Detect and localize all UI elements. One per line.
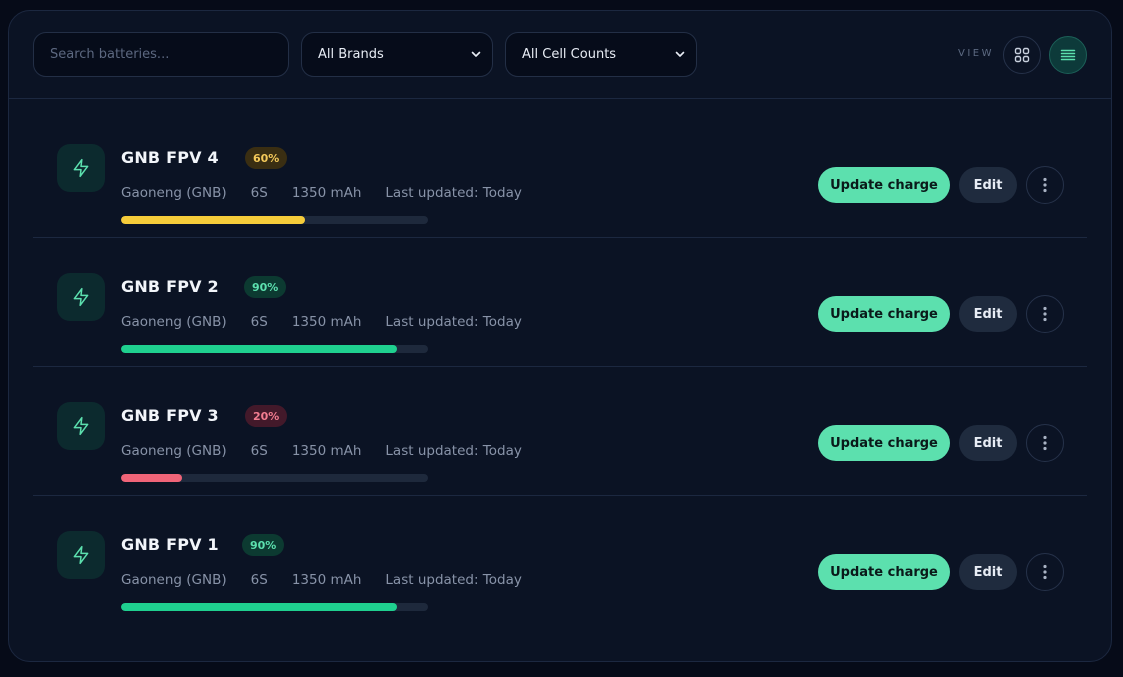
battery-icon-tile [57,144,105,192]
charge-bar-fill [121,345,398,353]
battery-icon-tile [57,402,105,450]
battery-meta: Gaoneng (GNB) 6S 1350 mAh Last updated: … [121,185,546,201]
more-options-button[interactable] [1026,295,1064,333]
battery-updated: Last updated: Today [385,443,522,459]
edit-button[interactable]: Edit [959,554,1017,590]
update-charge-button[interactable]: Update charge [818,167,950,203]
charge-badge: 20% [245,405,288,427]
charge-bar-fill [121,474,183,482]
grid-view-button[interactable] [1003,36,1041,74]
lightning-icon [73,158,89,178]
battery-brand: Gaoneng (GNB) [121,572,227,588]
battery-name: GNB FPV 1 [121,535,219,554]
battery-capacity: 1350 mAh [291,572,362,588]
list-icon [1060,49,1076,61]
charge-badge: 90% [244,276,287,298]
charge-badge: 90% [242,534,285,556]
charge-bar [121,216,428,224]
chevron-down-icon [675,51,685,57]
battery-capacity: 1350 mAh [291,314,362,330]
battery-row: GNB FPV 4 60% Gaoneng (GNB) 6S 1350 mAh … [33,109,1087,238]
battery-meta: Gaoneng (GNB) 6S 1350 mAh Last updated: … [121,443,546,459]
update-charge-button[interactable]: Update charge [818,554,950,590]
battery-cells: 6S [250,443,268,459]
battery-panel: All Brands All Cell Counts VIEW [8,10,1112,662]
more-vertical-icon [1043,177,1047,193]
battery-row: GNB FPV 2 90% Gaoneng (GNB) 6S 1350 mAh … [33,238,1087,367]
lightning-icon [73,545,89,565]
battery-meta: Gaoneng (GNB) 6S 1350 mAh Last updated: … [121,572,546,588]
charge-badge: 60% [245,147,288,169]
battery-icon-tile [57,531,105,579]
edit-button[interactable]: Edit [959,296,1017,332]
charge-bar-fill [121,216,306,224]
more-vertical-icon [1043,306,1047,322]
grid-icon [1014,47,1030,63]
edit-button[interactable]: Edit [959,167,1017,203]
toolbar: All Brands All Cell Counts VIEW [9,11,1111,99]
lightning-icon [73,287,89,307]
cell-count-filter-value: All Cell Counts [522,47,617,62]
edit-button[interactable]: Edit [959,425,1017,461]
more-options-button[interactable] [1026,166,1064,204]
charge-bar [121,603,428,611]
update-charge-button[interactable]: Update charge [818,425,950,461]
charge-bar [121,345,428,353]
brand-filter-value: All Brands [318,47,384,62]
search-input[interactable] [33,32,289,77]
battery-icon-tile [57,273,105,321]
charge-bar-fill [121,603,398,611]
battery-capacity: 1350 mAh [291,443,362,459]
more-options-button[interactable] [1026,424,1064,462]
more-options-button[interactable] [1026,553,1064,591]
more-vertical-icon [1043,435,1047,451]
battery-meta: Gaoneng (GNB) 6S 1350 mAh Last updated: … [121,314,546,330]
battery-row: GNB FPV 3 20% Gaoneng (GNB) 6S 1350 mAh … [33,367,1087,496]
update-charge-button[interactable]: Update charge [818,296,950,332]
battery-updated: Last updated: Today [385,314,522,330]
battery-name: GNB FPV 3 [121,406,219,425]
brand-filter-select[interactable]: All Brands [301,32,493,77]
charge-bar [121,474,428,482]
more-vertical-icon [1043,564,1047,580]
battery-brand: Gaoneng (GNB) [121,443,227,459]
cell-count-filter-select[interactable]: All Cell Counts [505,32,697,77]
battery-cells: 6S [250,185,268,201]
battery-brand: Gaoneng (GNB) [121,314,227,330]
battery-brand: Gaoneng (GNB) [121,185,227,201]
battery-capacity: 1350 mAh [291,185,362,201]
battery-name: GNB FPV 4 [121,148,219,167]
battery-updated: Last updated: Today [385,572,522,588]
chevron-down-icon [471,51,481,57]
view-label: VIEW [958,48,994,59]
lightning-icon [73,416,89,436]
battery-name: GNB FPV 2 [121,277,219,296]
battery-cells: 6S [250,572,268,588]
list-view-button[interactable] [1049,36,1087,74]
battery-row: GNB FPV 1 90% Gaoneng (GNB) 6S 1350 mAh … [33,496,1087,625]
battery-cells: 6S [250,314,268,330]
battery-updated: Last updated: Today [385,185,522,201]
